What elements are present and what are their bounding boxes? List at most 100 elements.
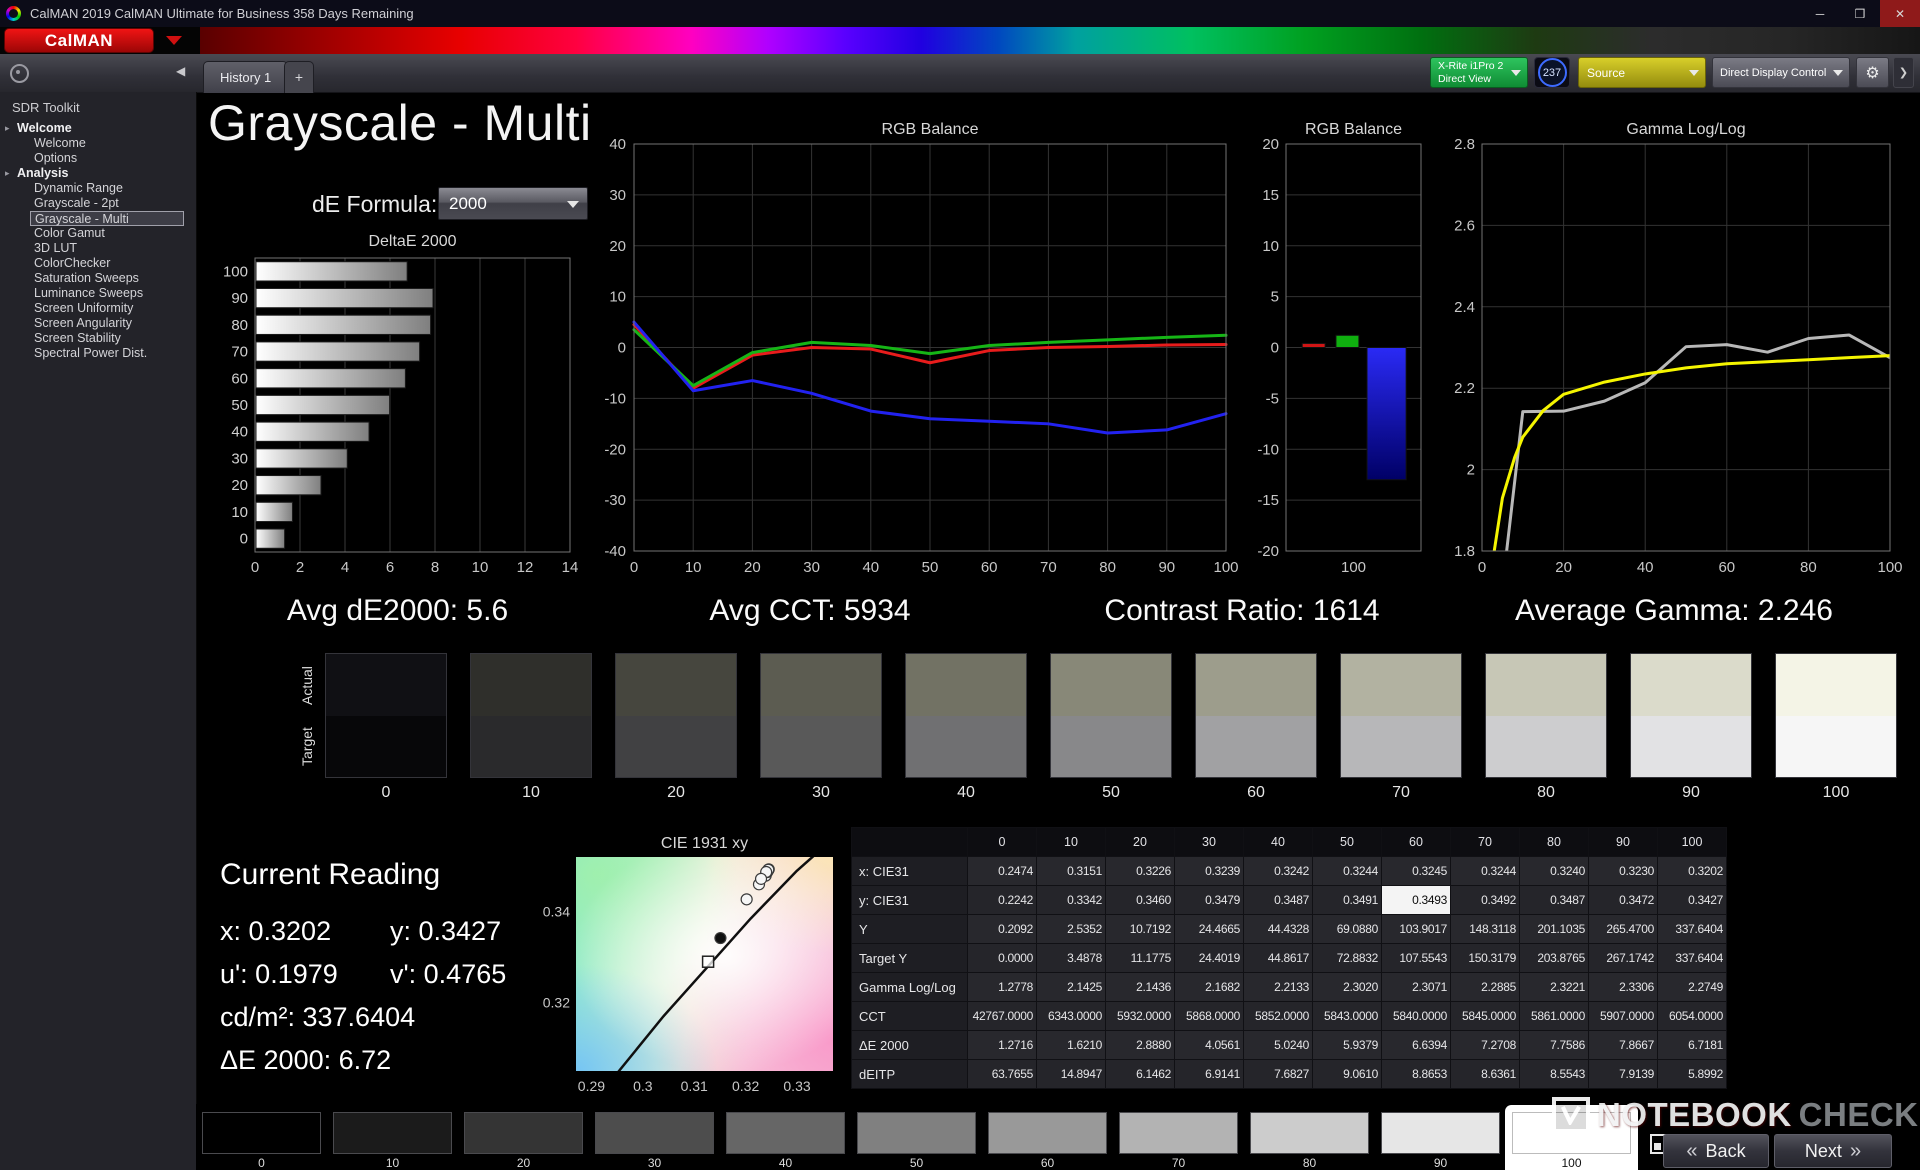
actual-color <box>471 654 591 716</box>
sidebar-item-welcome[interactable]: Welcome <box>30 136 184 151</box>
source-selector[interactable]: Source <box>1578 57 1706 88</box>
table-cell: 265.4700 <box>1588 914 1658 944</box>
svg-text:0: 0 <box>1271 340 1279 357</box>
pattern-patch-20[interactable]: 20 <box>464 1112 583 1170</box>
table-cell: 2.2885 <box>1450 972 1520 1002</box>
table-cell: 103.9017 <box>1381 914 1451 944</box>
svg-text:100: 100 <box>223 263 248 280</box>
sidebar-item-spectral-power-dist[interactable]: Spectral Power Dist. <box>30 346 184 361</box>
avg-de2000-stat: Avg dE2000: 5.6 <box>286 594 509 627</box>
table-cell: 0.3491 <box>1312 885 1382 915</box>
display-control-selector[interactable]: Direct Display Control <box>1712 57 1850 88</box>
logo-menu-caret-icon[interactable] <box>166 36 182 45</box>
svg-text:100: 100 <box>1877 559 1902 576</box>
row-label: CCT <box>851 1001 968 1031</box>
maximize-button[interactable]: ❒ <box>1840 0 1880 27</box>
sidebar-item-luminance-sweeps[interactable]: Luminance Sweeps <box>30 286 184 301</box>
svg-text:40: 40 <box>862 559 879 576</box>
sidebar-item-options[interactable]: Options <box>30 151 184 166</box>
table-row: x: CIE31 0.2474 0.3151 0.3226 0.3239 0.3242 0.… <box>851 856 1727 886</box>
svg-text:CIE 1931 xy: CIE 1931 xy <box>661 836 748 852</box>
pattern-patch-50[interactable]: 50 <box>857 1112 976 1170</box>
svg-text:90: 90 <box>231 290 248 307</box>
patch-color <box>464 1112 583 1154</box>
pattern-patch-30[interactable]: 30 <box>595 1112 714 1170</box>
svg-text:80: 80 <box>231 317 248 334</box>
table-cell: 24.4019 <box>1174 943 1244 973</box>
table-cell: 5907.0000 <box>1588 1001 1658 1031</box>
table-cell: 7.6827 <box>1243 1059 1313 1089</box>
svg-text:Gamma Log/Log: Gamma Log/Log <box>1626 121 1745 138</box>
sidebar-section-welcome[interactable]: ▸ Welcome <box>0 121 196 136</box>
sidebar-collapse-icon[interactable]: ◀ <box>176 64 185 78</box>
table-cell: 2.3020 <box>1312 972 1382 1002</box>
settings-button[interactable]: ⚙ <box>1856 57 1889 88</box>
svg-text:4: 4 <box>341 559 349 576</box>
chevron-down-icon <box>1833 69 1843 76</box>
actual-color <box>1196 654 1316 716</box>
add-tab-button[interactable]: + <box>284 61 314 93</box>
patch-label: 70 <box>1171 1156 1186 1170</box>
patch-color <box>726 1112 845 1154</box>
close-button[interactable]: ✕ <box>1880 0 1920 27</box>
sidebar-item-color-gamut[interactable]: Color Gamut <box>30 226 184 241</box>
svg-text:10: 10 <box>472 559 489 576</box>
chevron-down-icon <box>567 200 579 208</box>
de-formula-dropdown[interactable]: 2000 <box>438 187 588 220</box>
table-cell: 201.1035 <box>1519 914 1589 944</box>
chevron-down-icon <box>1511 69 1521 76</box>
svg-text:DeltaE 2000: DeltaE 2000 <box>368 233 456 250</box>
table-cell: 6.9141 <box>1174 1059 1244 1089</box>
sidebar-item-colorchecker[interactable]: ColorChecker <box>30 256 184 271</box>
minimize-button[interactable]: ─ <box>1800 0 1840 27</box>
table-cell: 0.3244 <box>1312 856 1382 886</box>
svg-text:-5: -5 <box>1266 390 1279 407</box>
table-cell: 6.1462 <box>1105 1059 1175 1089</box>
table-cell: 0.3487 <box>1243 885 1313 915</box>
table-cell: 0.2092 <box>967 914 1037 944</box>
pattern-patch-10[interactable]: 10 <box>333 1112 452 1170</box>
sidebar-item-screen-uniformity[interactable]: Screen Uniformity <box>30 301 184 316</box>
table-cell: 3.4878 <box>1036 943 1106 973</box>
table-cell: 7.2708 <box>1450 1030 1520 1060</box>
pattern-patch-40[interactable]: 40 <box>726 1112 845 1170</box>
calman-logo[interactable]: CalMAN <box>4 28 154 53</box>
table-cell: 0.0000 <box>967 943 1037 973</box>
pattern-patch-60[interactable]: 60 <box>988 1112 1107 1170</box>
meter-reading-badge[interactable]: 237 <box>1534 57 1570 88</box>
swatch-level-label: 60 <box>1247 784 1265 801</box>
page-title: Grayscale - Multi <box>208 95 592 151</box>
sidebar-item-saturation-sweeps[interactable]: Saturation Sweeps <box>30 271 184 286</box>
sidebar-item-3d-lut[interactable]: 3D LUT <box>30 241 184 256</box>
sidebar-item-screen-stability[interactable]: Screen Stability <box>30 331 184 346</box>
svg-text:2.8: 2.8 <box>1454 136 1475 153</box>
panel-expand-button[interactable]: ❯ <box>1893 57 1914 88</box>
sidebar-section-analysis[interactable]: ▸ Analysis <box>0 166 196 181</box>
svg-text:-10: -10 <box>604 390 626 407</box>
pattern-patch-80[interactable]: 80 <box>1250 1112 1369 1170</box>
column-header-100: 100 <box>1657 827 1727 857</box>
svg-text:10: 10 <box>609 289 626 306</box>
svg-text:2.6: 2.6 <box>1454 217 1475 234</box>
pattern-patch-90[interactable]: 90 <box>1381 1112 1500 1170</box>
svg-text:0.33: 0.33 <box>783 1078 810 1094</box>
table-cell: 0.3240 <box>1519 856 1589 886</box>
sidebar-item-dynamic-range[interactable]: Dynamic Range <box>30 181 184 196</box>
de-formula-label: dE Formula: <box>312 191 438 217</box>
watermark-check: CHECK <box>1798 1096 1919 1133</box>
back-button[interactable]: « Back <box>1663 1134 1769 1168</box>
sidebar-item-screen-angularity[interactable]: Screen Angularity <box>30 316 184 331</box>
table-row: Gamma Log/Log 1.2778 2.1425 2.1436 2.1682 2.2… <box>851 972 1727 1002</box>
tab-history-1[interactable]: History 1 <box>203 61 289 93</box>
pattern-patch-70[interactable]: 70 <box>1119 1112 1238 1170</box>
next-button[interactable]: Next » <box>1774 1134 1892 1168</box>
session-indicator-icon[interactable] <box>10 64 29 83</box>
svg-text:5: 5 <box>1271 289 1279 306</box>
sidebar-item-grayscale-2pt[interactable]: Grayscale - 2pt <box>30 196 184 211</box>
svg-text:15: 15 <box>1262 187 1279 204</box>
pattern-patch-0[interactable]: 0 <box>202 1112 321 1170</box>
sidebar-item-grayscale-multi[interactable]: Grayscale - Multi <box>30 211 184 226</box>
target-color <box>616 715 736 777</box>
meter-selector[interactable]: X-Rite i1Pro 2 Direct View <box>1430 57 1528 88</box>
table-cell: 0.3202 <box>1657 856 1727 886</box>
